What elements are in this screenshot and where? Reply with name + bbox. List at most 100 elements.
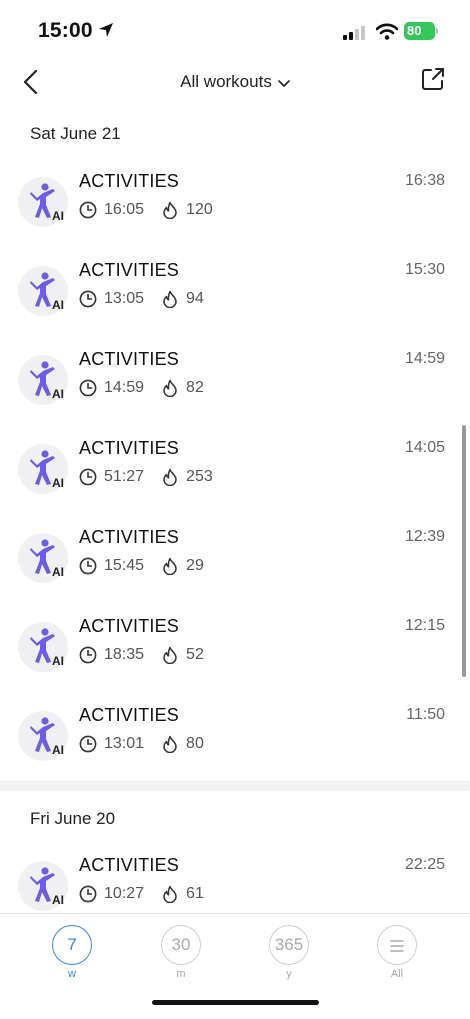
workout-calories: 120 xyxy=(186,201,213,218)
ai-badge: AI xyxy=(52,298,64,312)
flame-icon xyxy=(163,557,177,575)
workout-end-time: 16:38 xyxy=(404,172,445,189)
workout-end-time: 22:25 xyxy=(404,856,445,873)
workout-title: ACTIVITIES xyxy=(79,260,180,280)
ai-badge: AI xyxy=(52,893,64,907)
workout-duration: 15:45 xyxy=(104,557,145,574)
ai-badge: AI xyxy=(52,209,64,223)
workout-title: ACTIVITIES xyxy=(79,855,180,875)
battery-icon: 80 xyxy=(404,22,435,40)
status-time: 15:00 xyxy=(38,19,93,42)
workout-duration: 16:05 xyxy=(104,201,145,218)
tab-all-label: All xyxy=(390,968,404,980)
ai-badge: AI xyxy=(52,565,64,579)
clock-icon xyxy=(79,885,97,903)
battery-cap xyxy=(436,28,438,34)
workout-duration: 13:05 xyxy=(104,290,145,307)
tab-year-label: y xyxy=(286,968,292,980)
page-title: All workouts xyxy=(180,72,272,91)
date-header: Fri June 20 xyxy=(30,809,116,828)
workout-end-time: 11:50 xyxy=(406,706,445,723)
workout-calories: 29 xyxy=(186,557,204,574)
flame-icon xyxy=(163,885,177,903)
workout-filter-dropdown[interactable]: All workouts xyxy=(0,72,470,93)
home-indicator xyxy=(152,1000,319,1005)
clock-icon xyxy=(79,379,97,397)
tab-year[interactable]: 365 y xyxy=(259,925,319,980)
status-bar: 15:00 80 xyxy=(0,0,470,60)
menu-lines-icon xyxy=(377,925,417,965)
workout-duration: 14:59 xyxy=(104,379,145,396)
clock-icon xyxy=(79,201,97,219)
clock-icon xyxy=(79,468,97,486)
tab-week-value: 7 xyxy=(52,925,92,965)
date-header: Sat June 21 xyxy=(30,124,121,143)
tab-year-value: 365 xyxy=(269,925,309,965)
signal-icon xyxy=(343,26,365,40)
workout-list-item[interactable]: AI ACTIVITIES 11:50 13:01 80 xyxy=(0,697,470,786)
ai-badge: AI xyxy=(52,387,64,401)
workout-list-item[interactable]: AI ACTIVITIES 14:05 51:27 253 xyxy=(0,430,470,519)
flame-icon xyxy=(163,735,177,753)
workout-list-item[interactable]: AI ACTIVITIES 16:38 16:05 120 xyxy=(0,163,470,252)
workout-list-item[interactable]: AI ACTIVITIES 12:39 15:45 29 xyxy=(0,519,470,608)
workout-calories: 52 xyxy=(186,646,204,663)
nav-bar: All workouts xyxy=(0,60,470,104)
workout-duration: 13:01 xyxy=(104,735,145,752)
clock-icon xyxy=(79,646,97,664)
workout-meta: 16:05 120 xyxy=(79,201,230,219)
workout-end-time: 12:39 xyxy=(404,528,445,545)
workout-end-time: 15:30 xyxy=(404,261,445,278)
workout-title: ACTIVITIES xyxy=(79,616,180,636)
workout-meta: 13:01 80 xyxy=(79,735,221,753)
workout-list-item[interactable]: AI ACTIVITIES 15:30 13:05 94 xyxy=(0,252,470,341)
tab-month[interactable]: 30 m xyxy=(151,925,211,980)
avatar: AI xyxy=(18,622,68,672)
clock-icon xyxy=(79,290,97,308)
battery-level: 80 xyxy=(407,23,422,38)
workout-title: ACTIVITIES xyxy=(79,349,180,369)
chevron-down-icon xyxy=(278,73,290,93)
avatar: AI xyxy=(18,711,68,761)
workout-meta: 13:05 94 xyxy=(79,290,221,308)
tab-month-label: m xyxy=(176,968,186,980)
ai-badge: AI xyxy=(52,743,64,757)
tab-all[interactable]: All xyxy=(367,925,427,980)
clock-icon xyxy=(79,557,97,575)
avatar: AI xyxy=(18,355,68,405)
tab-week[interactable]: 7 w xyxy=(42,925,102,980)
share-icon[interactable] xyxy=(420,66,446,92)
wifi-icon xyxy=(376,23,398,40)
workout-end-time: 14:05 xyxy=(404,439,445,456)
tab-month-value: 30 xyxy=(161,925,201,965)
avatar: AI xyxy=(18,444,68,494)
workout-duration: 10:27 xyxy=(104,885,145,902)
workout-end-time: 12:15 xyxy=(404,617,445,634)
workout-calories: 61 xyxy=(186,885,204,902)
ai-badge: AI xyxy=(52,654,64,668)
avatar: AI xyxy=(18,177,68,227)
workout-calories: 80 xyxy=(186,735,204,752)
tab-week-label: w xyxy=(68,968,76,980)
workout-title: ACTIVITIES xyxy=(79,171,180,191)
workout-list-item[interactable]: AI ACTIVITIES 14:59 14:59 82 xyxy=(0,341,470,430)
workout-duration: 18:35 xyxy=(104,646,145,663)
flame-icon xyxy=(163,379,177,397)
workout-list-item[interactable]: AI ACTIVITIES 12:15 18:35 52 xyxy=(0,608,470,697)
flame-icon xyxy=(163,201,177,219)
workout-calories: 82 xyxy=(186,379,204,396)
flame-icon xyxy=(163,468,177,486)
location-arrow-icon xyxy=(99,23,113,37)
workout-calories: 94 xyxy=(186,290,204,307)
workout-calories: 253 xyxy=(186,468,213,485)
ai-badge: AI xyxy=(52,476,64,490)
workout-meta: 15:45 29 xyxy=(79,557,221,575)
workout-title: ACTIVITIES xyxy=(79,705,180,725)
avatar: AI xyxy=(18,533,68,583)
clock-icon xyxy=(79,735,97,753)
scrollbar[interactable] xyxy=(462,425,466,677)
workout-title: ACTIVITIES xyxy=(79,527,180,547)
workout-meta: 14:59 82 xyxy=(79,379,221,397)
workout-duration: 51:27 xyxy=(104,468,145,485)
flame-icon xyxy=(163,290,177,308)
